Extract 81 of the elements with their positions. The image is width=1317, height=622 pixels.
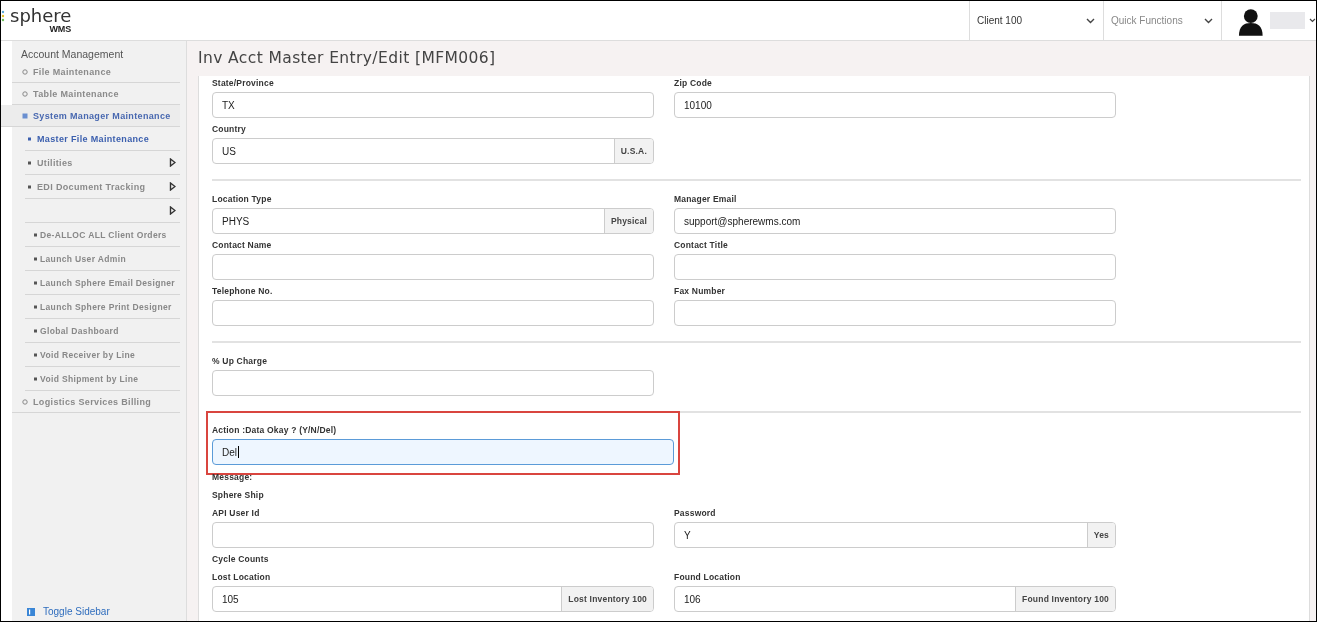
caret-right-icon — [169, 182, 176, 191]
input-field[interactable]: 105 Lost Inventory 100 — [212, 586, 654, 612]
sidebar-item[interactable]: Global Dashboard — [25, 319, 180, 343]
field-addon: U.S.A. — [613, 139, 653, 163]
circle-icon — [22, 68, 28, 75]
text-cursor-icon — [238, 446, 239, 458]
field-addon: Lost Inventory 100 — [561, 587, 653, 611]
bullet-icon — [34, 256, 38, 261]
field-addon: Yes — [1086, 523, 1115, 547]
input-field[interactable]: Y Yes — [674, 522, 1116, 548]
sidebar-item[interactable]: File Maintenance — [12, 61, 180, 83]
bullet-icon — [28, 136, 32, 141]
input-field[interactable] — [212, 370, 654, 396]
field-label: Password — [674, 507, 717, 519]
sidebar-item[interactable]: Void Receiver by Line — [25, 343, 180, 367]
bullet-icon — [34, 280, 38, 285]
sidebar-item[interactable]: Launch Sphere Print Designer — [25, 295, 180, 319]
section-label: Sphere Ship — [212, 489, 265, 501]
caret-right-icon — [169, 206, 176, 215]
input-field[interactable] — [212, 300, 654, 326]
input-field[interactable] — [212, 522, 654, 548]
bullet-icon — [28, 184, 32, 189]
bullet-icon — [34, 304, 38, 309]
page-title: Inv Acct Master Entry/Edit [MFM006] — [197, 48, 497, 69]
section-label: Message: — [212, 471, 254, 483]
sidebar-item[interactable]: Launch Sphere Email Designer — [25, 271, 180, 295]
sidebar-item[interactable]: EDI Document Tracking — [25, 175, 180, 199]
bullet-icon — [34, 352, 38, 357]
bullet-icon — [28, 160, 32, 165]
field-label: Contact Name — [212, 239, 273, 251]
sidebar-item[interactable]: Master File Maintenance — [25, 127, 180, 151]
field-label: Country — [212, 123, 247, 135]
field-label: Found Location — [674, 571, 742, 583]
field-addon: Physical — [603, 209, 653, 233]
field-label: Lost Location — [212, 571, 272, 583]
section-label: Cycle Counts — [212, 553, 270, 565]
field-label: Manager Email — [674, 193, 738, 205]
logo-wordmark: sphere — [10, 7, 72, 24]
input-field[interactable]: US U.S.A. — [212, 138, 654, 164]
input-field[interactable]: 10100 — [674, 92, 1116, 118]
quick-functions-select[interactable]: Quick Functions — [1103, 1, 1221, 40]
input-field[interactable]: Del — [212, 439, 674, 465]
field-label: API User Id — [212, 507, 261, 519]
input-field[interactable] — [674, 254, 1116, 280]
input-field[interactable]: PHYS Physical — [212, 208, 654, 234]
sidebar-item[interactable]: De-ALLOC ALL Client Orders — [25, 223, 180, 247]
field-label: Telephone No. — [212, 285, 274, 297]
field-label: Action :Data Okay ? (Y/N/Del) — [212, 424, 338, 436]
input-field[interactable] — [212, 254, 654, 280]
field-label: Zip Code — [674, 77, 713, 89]
logo-subtitle: WMS — [49, 24, 72, 34]
user-menu[interactable] — [1221, 1, 1316, 40]
field-label: % Up Charge — [212, 355, 269, 367]
input-field[interactable] — [674, 300, 1116, 326]
input-field[interactable]: TX — [212, 92, 654, 118]
sidebar-panel-icon — [27, 607, 35, 616]
caret-right-icon — [169, 158, 176, 167]
sidebar-item[interactable]: Void Shipment by Line — [25, 367, 180, 391]
bullet-icon — [34, 232, 38, 237]
field-addon: Found Inventory 100 — [1015, 587, 1115, 611]
logo-dots-icon — [1, 10, 5, 24]
sidebar-heading: Account Management — [20, 47, 125, 61]
bullet-icon — [34, 376, 38, 381]
sidebar-item[interactable]: Utilities — [25, 151, 180, 175]
input-field[interactable]: support@spherewms.com — [674, 208, 1116, 234]
circle-icon — [22, 90, 28, 97]
bullet-icon — [34, 328, 38, 333]
sidebar-item[interactable]: System Manager Maintenance — [1, 105, 180, 127]
sidebar-item[interactable]: Launch User Admin — [25, 247, 180, 271]
field-label: Location Type — [212, 193, 273, 205]
circle-icon — [22, 398, 28, 405]
chevron-down-icon — [1204, 17, 1213, 24]
field-label: Fax Number — [674, 285, 727, 297]
chevron-down-icon — [1309, 18, 1316, 23]
field-label: Contact Title — [674, 239, 729, 251]
field-label: State/Province — [212, 77, 275, 89]
input-field[interactable]: 106 Found Inventory 100 — [674, 586, 1116, 612]
sidebar-item[interactable]: Logistics Services Billing — [12, 391, 180, 413]
client-select[interactable]: Client 100 — [969, 1, 1103, 40]
toggle-sidebar-link[interactable]: Toggle Sidebar — [27, 606, 186, 617]
chevron-down-icon — [1086, 17, 1095, 24]
